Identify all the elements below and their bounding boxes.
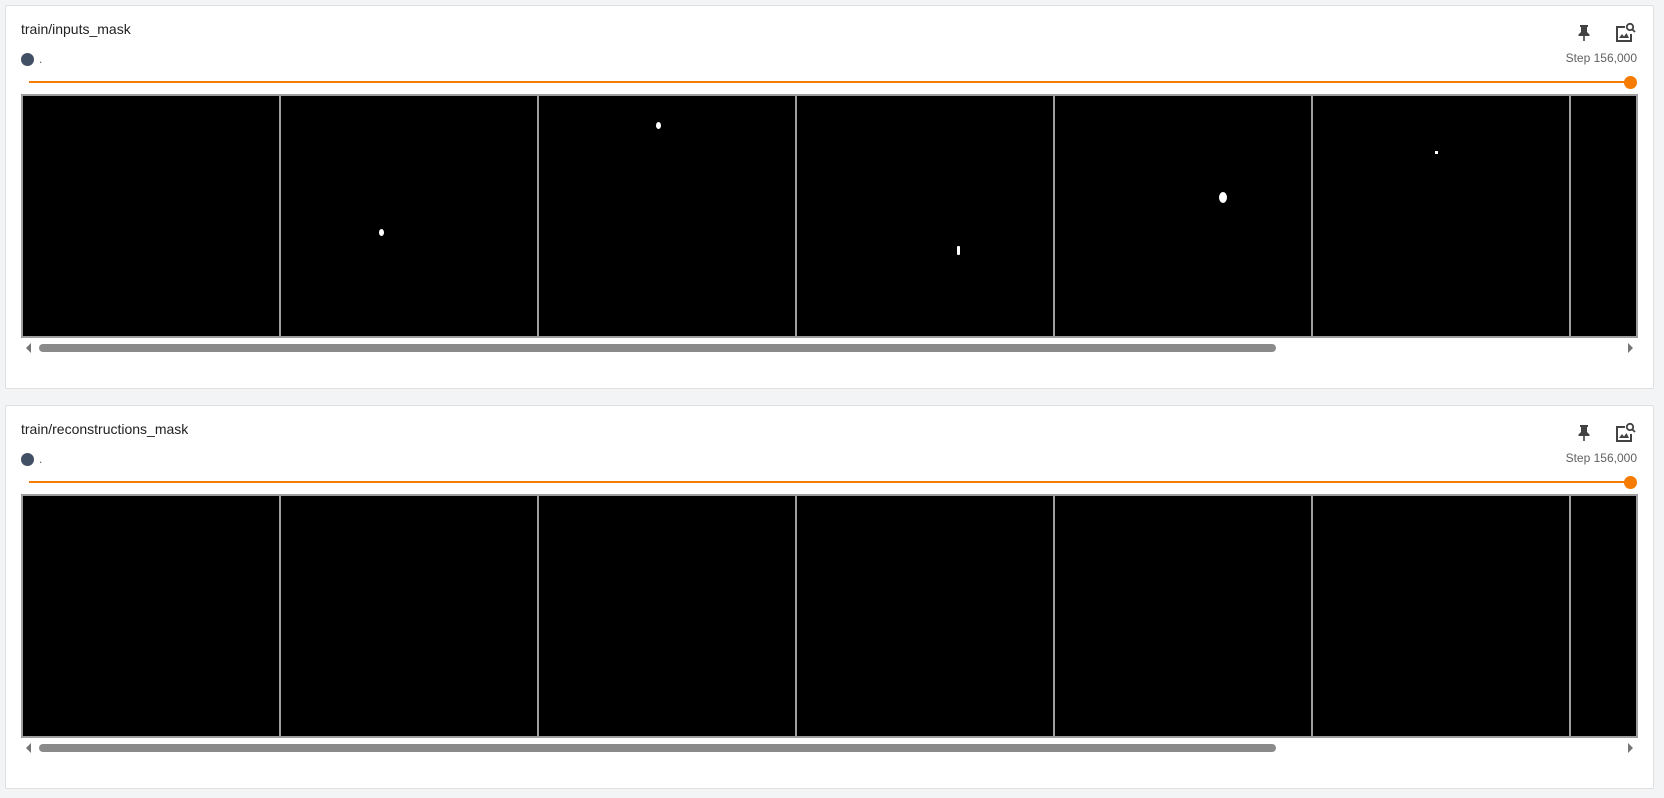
image-tile: [1571, 496, 1636, 736]
horizontal-scrollbar[interactable]: [21, 340, 1638, 356]
horizontal-scrollbar[interactable]: [21, 740, 1638, 756]
slider-thumb[interactable]: [1624, 476, 1637, 489]
step-label: Step 156,000: [1565, 51, 1637, 65]
scrollbar-thumb[interactable]: [39, 744, 1276, 752]
slider-track: [29, 481, 1631, 483]
scroll-left-arrow-icon[interactable]: [26, 343, 31, 353]
card-title: train/inputs_mask: [21, 21, 131, 37]
step-slider[interactable]: [29, 476, 1637, 489]
image-tile: [1055, 496, 1313, 736]
image-tile: [1313, 496, 1571, 736]
mask-blob: [1219, 192, 1227, 203]
step-slider[interactable]: [29, 76, 1637, 89]
image-strip: [21, 494, 1638, 738]
image-tile: [281, 496, 539, 736]
image-tile: [23, 496, 281, 736]
mask-blob: [379, 229, 384, 236]
image-tile: [539, 496, 797, 736]
image-tile: [23, 96, 281, 336]
image-zoom-icon: [1616, 22, 1636, 42]
scroll-right-arrow-icon[interactable]: [1628, 343, 1633, 353]
image-tile: [1055, 96, 1313, 336]
image-tile: [281, 96, 539, 336]
run-legend: .: [21, 51, 42, 67]
step-label: Step 156,000: [1565, 451, 1637, 465]
run-legend: .: [21, 451, 42, 467]
mask-blob: [1435, 151, 1438, 154]
image-zoom-button[interactable]: [1612, 20, 1638, 46]
image-zoom-button[interactable]: [1612, 420, 1638, 446]
image-tile: [1313, 96, 1571, 336]
slider-thumb[interactable]: [1624, 76, 1637, 89]
scroll-right-arrow-icon[interactable]: [1628, 743, 1633, 753]
card-title: train/reconstructions_mask: [21, 421, 189, 437]
image-tile: [797, 496, 1055, 736]
pin-icon: [1578, 25, 1590, 41]
run-name: .: [39, 52, 43, 66]
pin-button[interactable]: [1571, 20, 1597, 46]
run-color-dot: [21, 452, 34, 466]
mask-blob: [656, 122, 661, 129]
image-strip: [21, 94, 1638, 338]
mask-blob: [957, 246, 960, 255]
image-tile: [539, 96, 797, 336]
image-zoom-icon: [1616, 422, 1636, 442]
image-tile: [1571, 96, 1636, 336]
run-color-dot: [21, 52, 34, 66]
pin-icon: [1578, 425, 1590, 441]
pin-button[interactable]: [1571, 420, 1597, 446]
image-tile: [797, 96, 1055, 336]
image-card-inputs-mask: train/inputs_mask . Step 156,000: [5, 5, 1654, 389]
run-name: .: [39, 452, 43, 466]
image-card-reconstructions-mask: train/reconstructions_mask . Step 156,00…: [5, 405, 1654, 789]
scrollbar-thumb[interactable]: [39, 344, 1276, 352]
scroll-left-arrow-icon[interactable]: [26, 743, 31, 753]
slider-track: [29, 81, 1631, 83]
